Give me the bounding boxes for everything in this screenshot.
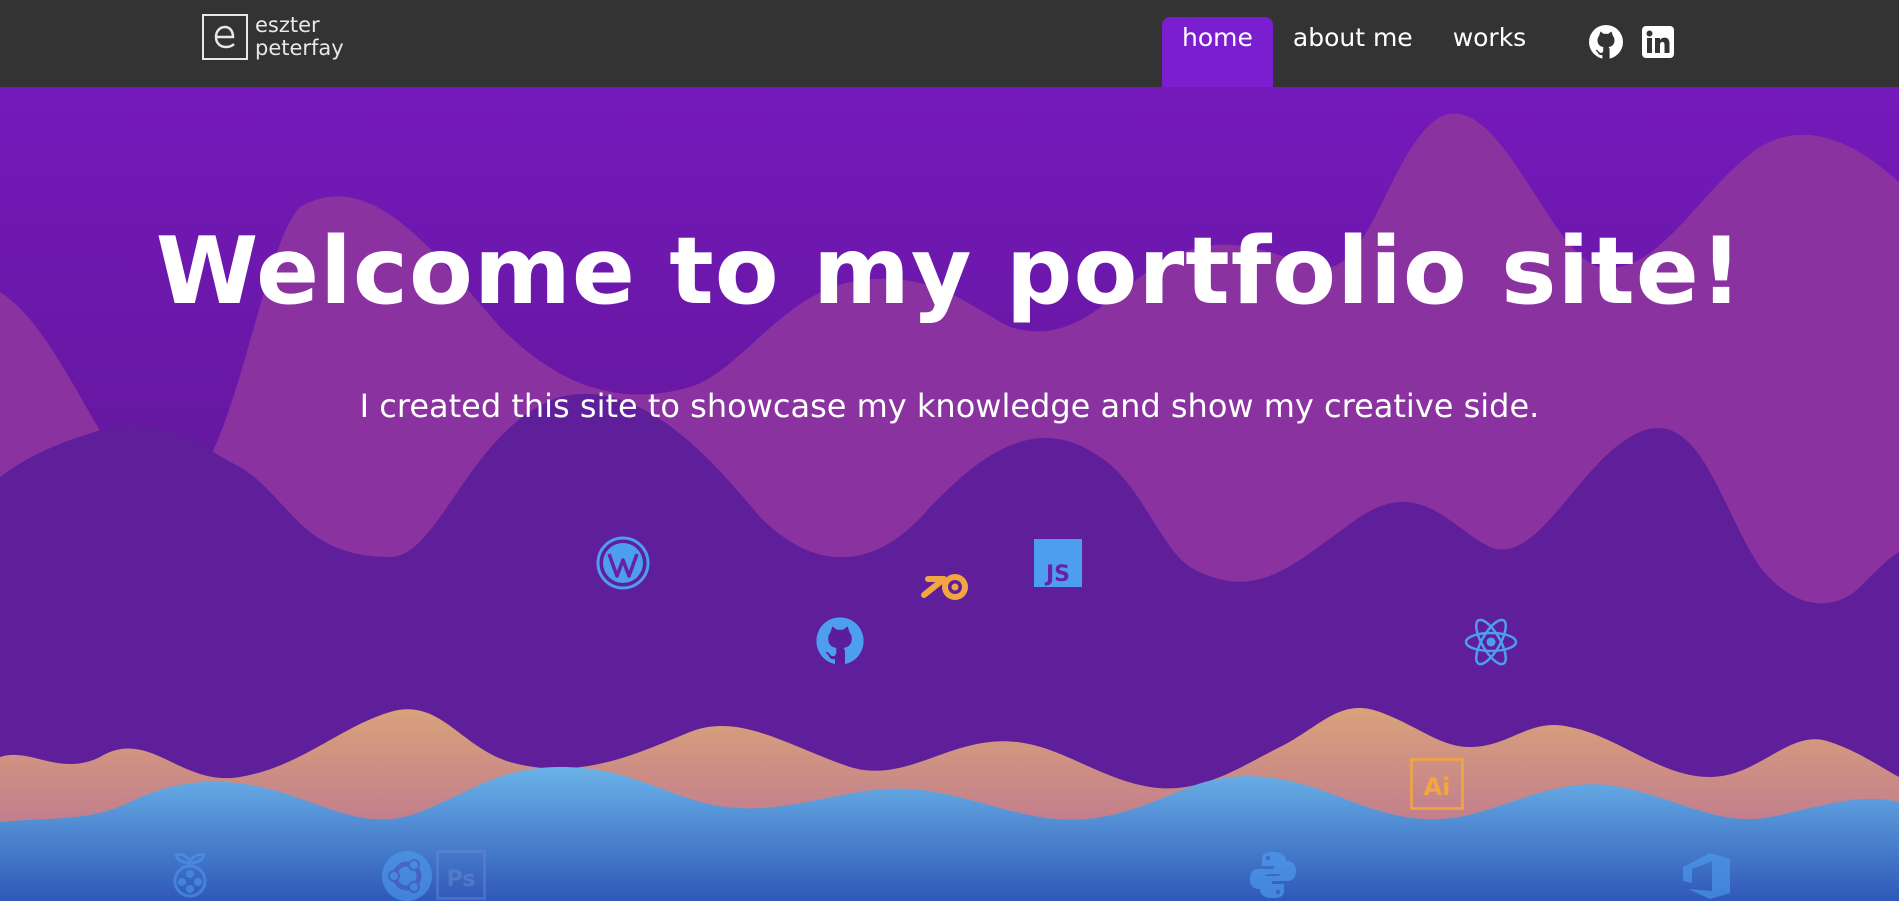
- hero-section: Welcome to my portfolio site! I created …: [0, 87, 1899, 901]
- github-icon[interactable]: [1588, 24, 1624, 60]
- react-icon: [1463, 616, 1519, 672]
- nav-about-me[interactable]: about me: [1273, 17, 1433, 87]
- nav-home[interactable]: home: [1162, 17, 1273, 87]
- hero-title: Welcome to my portfolio site!: [155, 217, 1744, 325]
- azure-devops-icon: [1680, 851, 1734, 901]
- top-navbar: eszter peterfay home about me works: [0, 0, 1899, 87]
- raspberry-pi-icon: [166, 849, 214, 901]
- hero-subtitle: I created this site to showcase my knowl…: [359, 387, 1540, 425]
- github-icon: [815, 616, 865, 670]
- main-nav: home about me works: [1162, 17, 1546, 87]
- logo-text: eszter peterfay: [255, 14, 344, 60]
- illustrator-icon: Ai: [1410, 758, 1464, 814]
- illustrator-label: Ai: [1424, 773, 1451, 801]
- photoshop-icon: Ps: [436, 850, 486, 901]
- linkedin-icon[interactable]: [1640, 24, 1676, 60]
- logo-line-2: peterfay: [255, 36, 344, 60]
- nav-works[interactable]: works: [1433, 17, 1547, 87]
- logo-mark-icon: [202, 14, 248, 60]
- blender-icon: [918, 559, 978, 613]
- python-icon: [1248, 849, 1298, 901]
- logo-line-1: eszter: [255, 13, 320, 37]
- javascript-icon: JS: [1034, 539, 1082, 591]
- ubuntu-icon: [380, 849, 434, 901]
- wave-background: [0, 87, 1899, 901]
- site-logo[interactable]: eszter peterfay: [202, 14, 344, 60]
- photoshop-label: Ps: [447, 867, 476, 892]
- wordpress-icon: [595, 535, 651, 595]
- javascript-label: JS: [1044, 562, 1070, 587]
